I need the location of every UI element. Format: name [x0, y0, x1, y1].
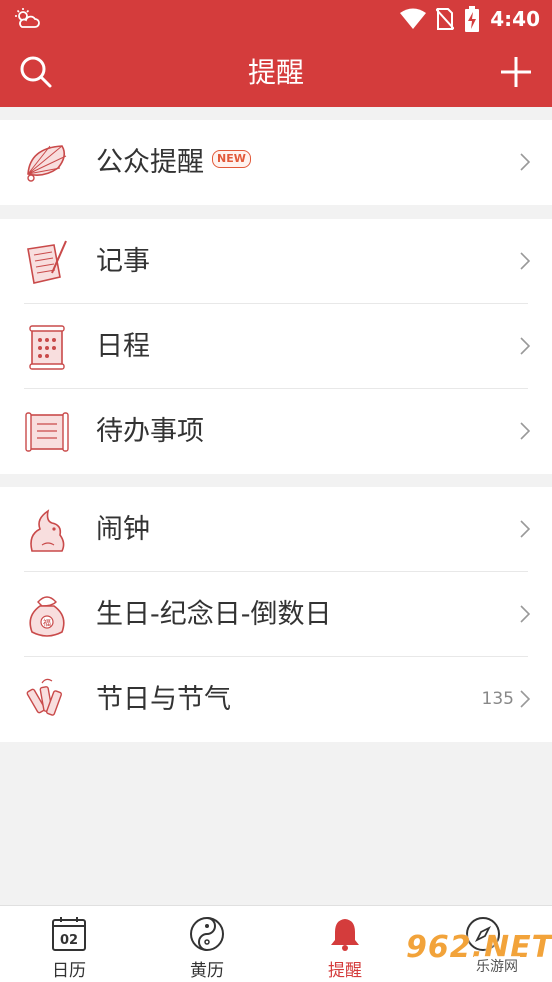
item-label: 闹钟 — [96, 514, 150, 545]
tab-calendar[interactable]: 02 日历 — [0, 906, 138, 982]
calendar-scroll-icon — [29, 325, 65, 370]
group-alarms: 闹钟 福 生日-纪念日-倒数日 节日与节气 135 — [0, 487, 552, 742]
wifi-icon — [400, 8, 427, 29]
chevron-right-icon — [520, 252, 530, 270]
rabbit-icon — [30, 509, 65, 552]
chevron-right-icon — [520, 690, 530, 708]
svg-text:福: 福 — [43, 619, 51, 628]
item-label: 公众提醒 — [96, 147, 204, 178]
festival-count: 135 — [481, 689, 514, 709]
fan-icon — [27, 145, 67, 182]
lucky-bag-icon: 福 — [29, 596, 65, 637]
weather-partly-cloudy-icon — [15, 8, 40, 28]
watermark-logo: 962.NET 乐游网 — [406, 930, 552, 976]
list-item-alarm[interactable]: 闹钟 — [0, 487, 552, 572]
yin-yang-icon — [190, 917, 224, 951]
list-item-birthday[interactable]: 福 生日-纪念日-倒数日 — [0, 572, 552, 657]
item-label: 记事 — [96, 246, 150, 277]
list-item-notes[interactable]: 记事 — [0, 219, 552, 304]
tab-label: 提醒 — [328, 961, 362, 981]
bell-icon — [331, 919, 359, 951]
item-label: 日程 — [96, 331, 150, 362]
add-icon[interactable] — [498, 54, 534, 90]
app-bar: 提醒 — [0, 38, 552, 107]
firecracker-icon — [26, 678, 62, 716]
status-bar: 4:40 — [0, 0, 552, 38]
item-label: 待办事项 — [96, 416, 204, 447]
no-sim-icon — [436, 8, 455, 30]
tab-almanac[interactable]: 黄历 — [138, 906, 276, 982]
list-item-festivals[interactable]: 节日与节气 135 — [0, 657, 552, 742]
chevron-right-icon — [520, 422, 530, 440]
item-label: 节日与节气 — [96, 684, 231, 715]
item-label: 生日-纪念日-倒数日 — [96, 599, 332, 630]
group-public: 公众提醒 NEW — [0, 120, 552, 205]
notepad-pen-icon — [27, 240, 67, 284]
chevron-right-icon — [520, 337, 530, 355]
list-item-schedule[interactable]: 日程 — [0, 304, 552, 389]
new-badge: NEW — [212, 149, 251, 168]
battery-charging-icon — [465, 6, 480, 32]
group-notes: 记事 日程 待办事项 — [0, 219, 552, 474]
watermark-sub: 乐游网 — [474, 956, 520, 976]
list-item-todo[interactable]: 待办事项 — [0, 389, 552, 474]
svg-text:02: 02 — [60, 933, 78, 948]
tab-reminder[interactable]: 提醒 — [276, 906, 414, 982]
status-time: 4:40 — [490, 7, 540, 31]
chevron-right-icon — [520, 520, 530, 538]
calendar-icon: 02 — [52, 917, 86, 951]
tab-label: 黄历 — [190, 961, 224, 981]
scroll-list-icon — [25, 412, 69, 452]
chevron-right-icon — [520, 605, 530, 623]
tab-label: 日历 — [52, 961, 86, 981]
list-item-public-reminder[interactable]: 公众提醒 NEW — [0, 120, 552, 205]
chevron-right-icon — [520, 153, 530, 171]
page-title: 提醒 — [247, 56, 304, 89]
